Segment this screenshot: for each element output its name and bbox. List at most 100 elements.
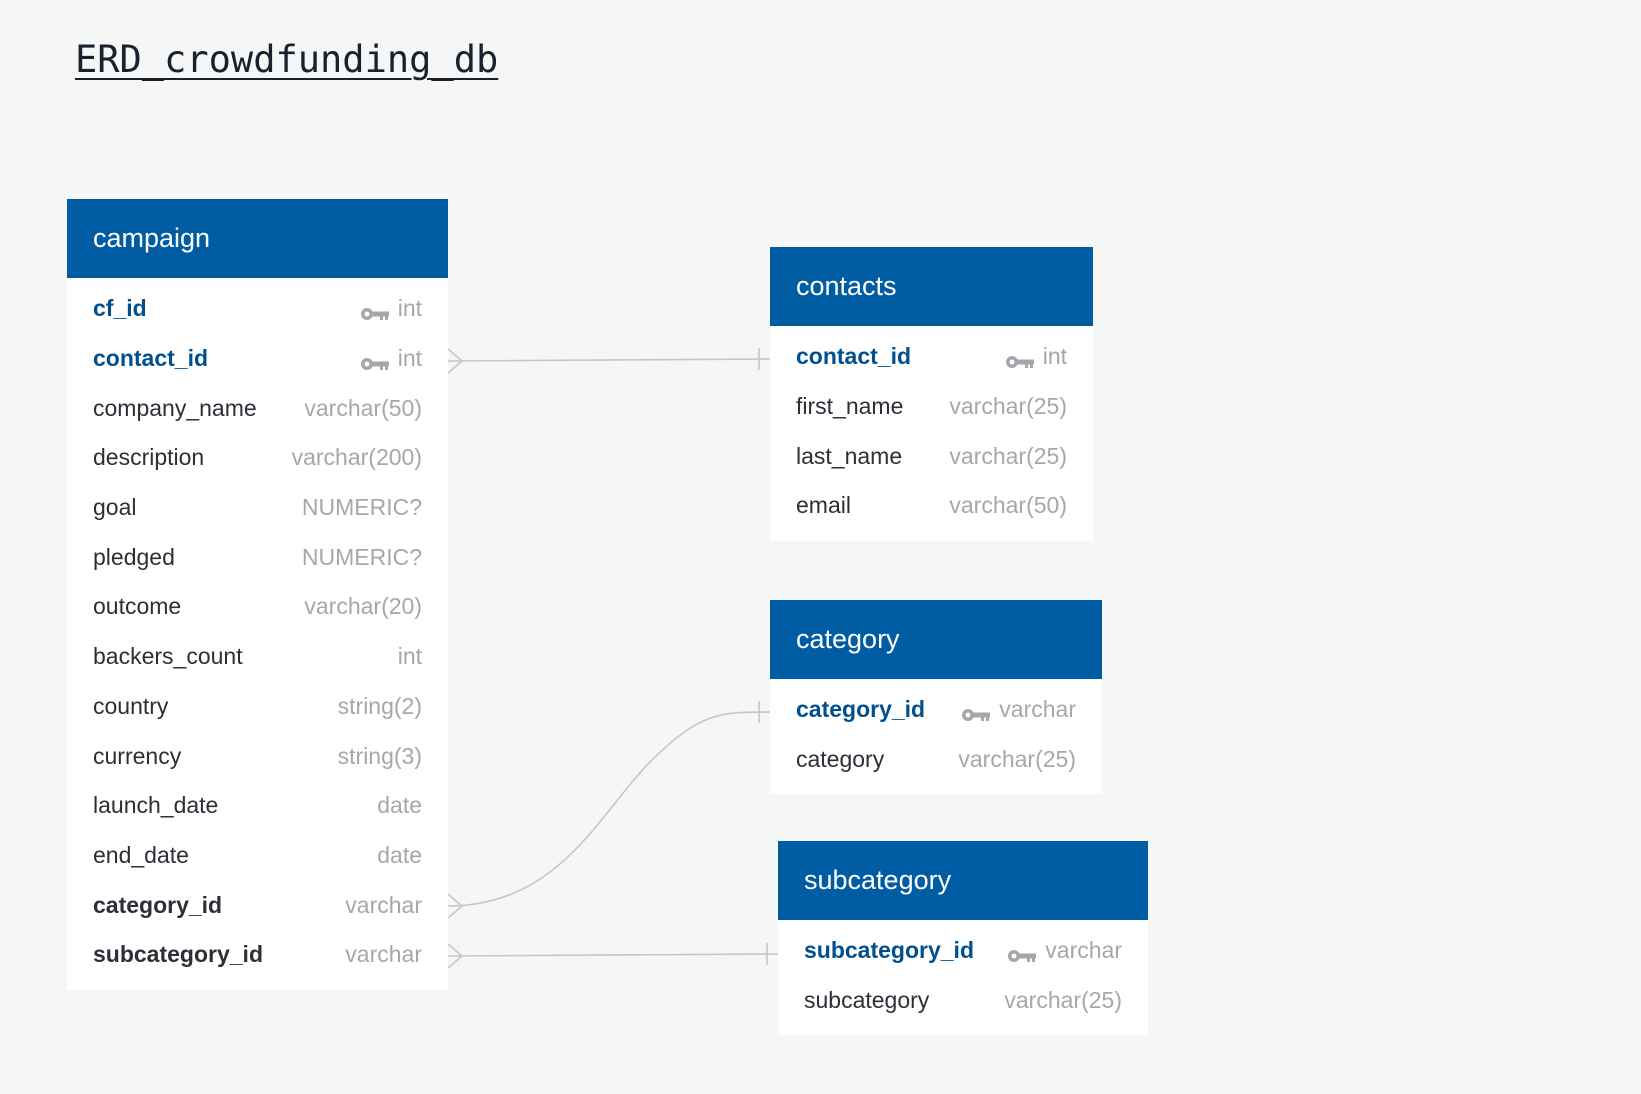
field-type-group: string(3) [338, 743, 422, 770]
relationship-category [447, 701, 771, 919]
entity-contacts[interactable]: contacts contact_id int first_name varchar(… [770, 247, 1093, 541]
entity-subcategory[interactable]: subcategory subcategory_id varchar subcate… [778, 841, 1148, 1036]
field-name: subcategory [804, 987, 930, 1014]
field-name: subcategory_id [93, 941, 263, 968]
entity-header-campaign[interactable]: campaign [67, 199, 448, 278]
field-row-campaign-backers-count[interactable]: backers_count int [67, 632, 448, 682]
field-type-group: date [377, 792, 422, 819]
field-name: launch_date [93, 792, 219, 819]
field-type: varchar(25) [949, 442, 1067, 469]
field-name: outcome [93, 593, 182, 620]
entity-header-category[interactable]: category [770, 600, 1102, 679]
field-row-contacts-first-name[interactable]: first_name varchar(25) [770, 382, 1093, 432]
field-row-subcategory-subcategory-id[interactable]: subcategory_id varchar [778, 926, 1148, 976]
field-type: varchar(20) [304, 593, 422, 620]
field-row-campaign-company-name[interactable]: company_name varchar(50) [67, 383, 448, 433]
field-row-campaign-goal[interactable]: goal NUMERIC? [67, 483, 448, 533]
field-type: date [377, 792, 422, 819]
field-row-contacts-email[interactable]: email varchar(50) [770, 481, 1093, 531]
connector-line-subcategory [447, 953, 779, 957]
field-name: category_id [796, 696, 926, 723]
key-icon [1007, 943, 1037, 962]
entity-header-contacts[interactable]: contacts [770, 247, 1093, 326]
field-type: varchar(200) [291, 444, 422, 471]
field-type-group: int [398, 643, 422, 670]
entity-fields-subcategory: subcategory_id varchar subcategory varchar(… [778, 920, 1148, 1035]
field-type-group: NUMERIC? [302, 544, 422, 571]
field-type: varchar(50) [949, 492, 1067, 519]
entity-title-subcategory: subcategory [804, 865, 952, 895]
field-name: first_name [796, 393, 904, 420]
field-type-group: int [1005, 343, 1067, 370]
field-row-category-category[interactable]: category varchar(25) [770, 735, 1102, 785]
field-type: varchar(25) [958, 746, 1076, 773]
field-name: currency [93, 742, 182, 769]
connector-line-contact [447, 358, 771, 362]
field-row-contacts-last-name[interactable]: last_name varchar(25) [770, 431, 1093, 481]
field-name: end_date [93, 841, 189, 868]
field-name: subcategory_id [804, 937, 974, 964]
field-row-campaign-outcome[interactable]: outcome varchar(20) [67, 582, 448, 632]
field-type-group: varchar [961, 696, 1076, 723]
key-icon [961, 702, 991, 721]
entity-header-subcategory[interactable]: subcategory [778, 841, 1148, 920]
field-type-group: varchar [345, 892, 422, 919]
field-row-campaign-currency[interactable]: currency string(3) [67, 731, 448, 781]
field-type: NUMERIC? [301, 543, 422, 570]
field-row-subcategory-subcategory[interactable]: subcategory varchar(25) [778, 976, 1148, 1026]
field-type-group: varchar(25) [958, 746, 1076, 773]
entity-category[interactable]: category category_id varchar category varch… [770, 600, 1102, 795]
field-row-campaign-end-date[interactable]: end_date date [67, 831, 448, 881]
entity-title-contacts: contacts [796, 271, 897, 301]
field-name: company_name [93, 394, 257, 421]
field-type: varchar(25) [949, 393, 1067, 420]
field-name: last_name [796, 442, 903, 469]
field-type: int [397, 643, 422, 670]
field-name: email [796, 492, 851, 519]
field-row-campaign-launch-date[interactable]: launch_date date [67, 781, 448, 831]
entity-title-campaign: campaign [93, 223, 211, 253]
key-icon [1005, 349, 1035, 368]
field-type-group: varchar(25) [949, 393, 1067, 420]
entity-campaign[interactable]: campaign cf_id int contact_id int company_na… [67, 199, 448, 990]
entity-title-category: category [796, 624, 900, 654]
field-name: country [93, 692, 169, 719]
field-type-group: varchar(25) [949, 443, 1067, 470]
field-name: contact_id [796, 343, 912, 370]
key-icon [360, 351, 390, 370]
field-type-group: NUMERIC? [302, 494, 422, 521]
field-name: pledged [93, 543, 175, 570]
field-name: backers_count [93, 643, 243, 670]
field-type-group: varchar [1007, 937, 1122, 964]
field-type: varchar [1045, 937, 1122, 964]
field-name: cf_id [93, 295, 147, 322]
relationship-subcategory [447, 943, 779, 969]
field-row-campaign-category-id[interactable]: category_id varchar [67, 880, 448, 930]
field-row-campaign-cf-id[interactable]: cf_id int [67, 284, 448, 334]
field-row-campaign-description[interactable]: description varchar(200) [67, 433, 448, 483]
field-type-group: date [377, 842, 422, 869]
relationship-contact [447, 348, 771, 374]
field-name: category [796, 746, 885, 773]
field-type-group: varchar(50) [949, 492, 1067, 519]
field-row-campaign-subcategory-id[interactable]: subcategory_id varchar [67, 930, 448, 980]
field-type-group: varchar(25) [1004, 987, 1122, 1014]
field-type-group: varchar(20) [304, 593, 422, 620]
field-row-campaign-country[interactable]: country string(2) [67, 682, 448, 732]
field-name: description [93, 444, 205, 471]
field-type: string(2) [337, 692, 422, 719]
field-type: date [377, 841, 422, 868]
field-type: int [397, 345, 422, 372]
key-icon [360, 301, 390, 320]
field-type-group: varchar(200) [292, 444, 422, 471]
field-type-group: int [360, 345, 422, 372]
field-row-category-category-id[interactable]: category_id varchar [770, 685, 1102, 735]
field-row-contacts-contact-id[interactable]: contact_id int [770, 332, 1093, 382]
field-row-campaign-pledged[interactable]: pledged NUMERIC? [67, 532, 448, 582]
field-type-group: string(2) [338, 693, 422, 720]
field-row-campaign-contact-id[interactable]: contact_id int [67, 334, 448, 384]
field-name: goal [93, 494, 137, 521]
connector-line-category [447, 711, 771, 907]
field-type: varchar [999, 696, 1076, 723]
field-type: int [1042, 343, 1067, 370]
